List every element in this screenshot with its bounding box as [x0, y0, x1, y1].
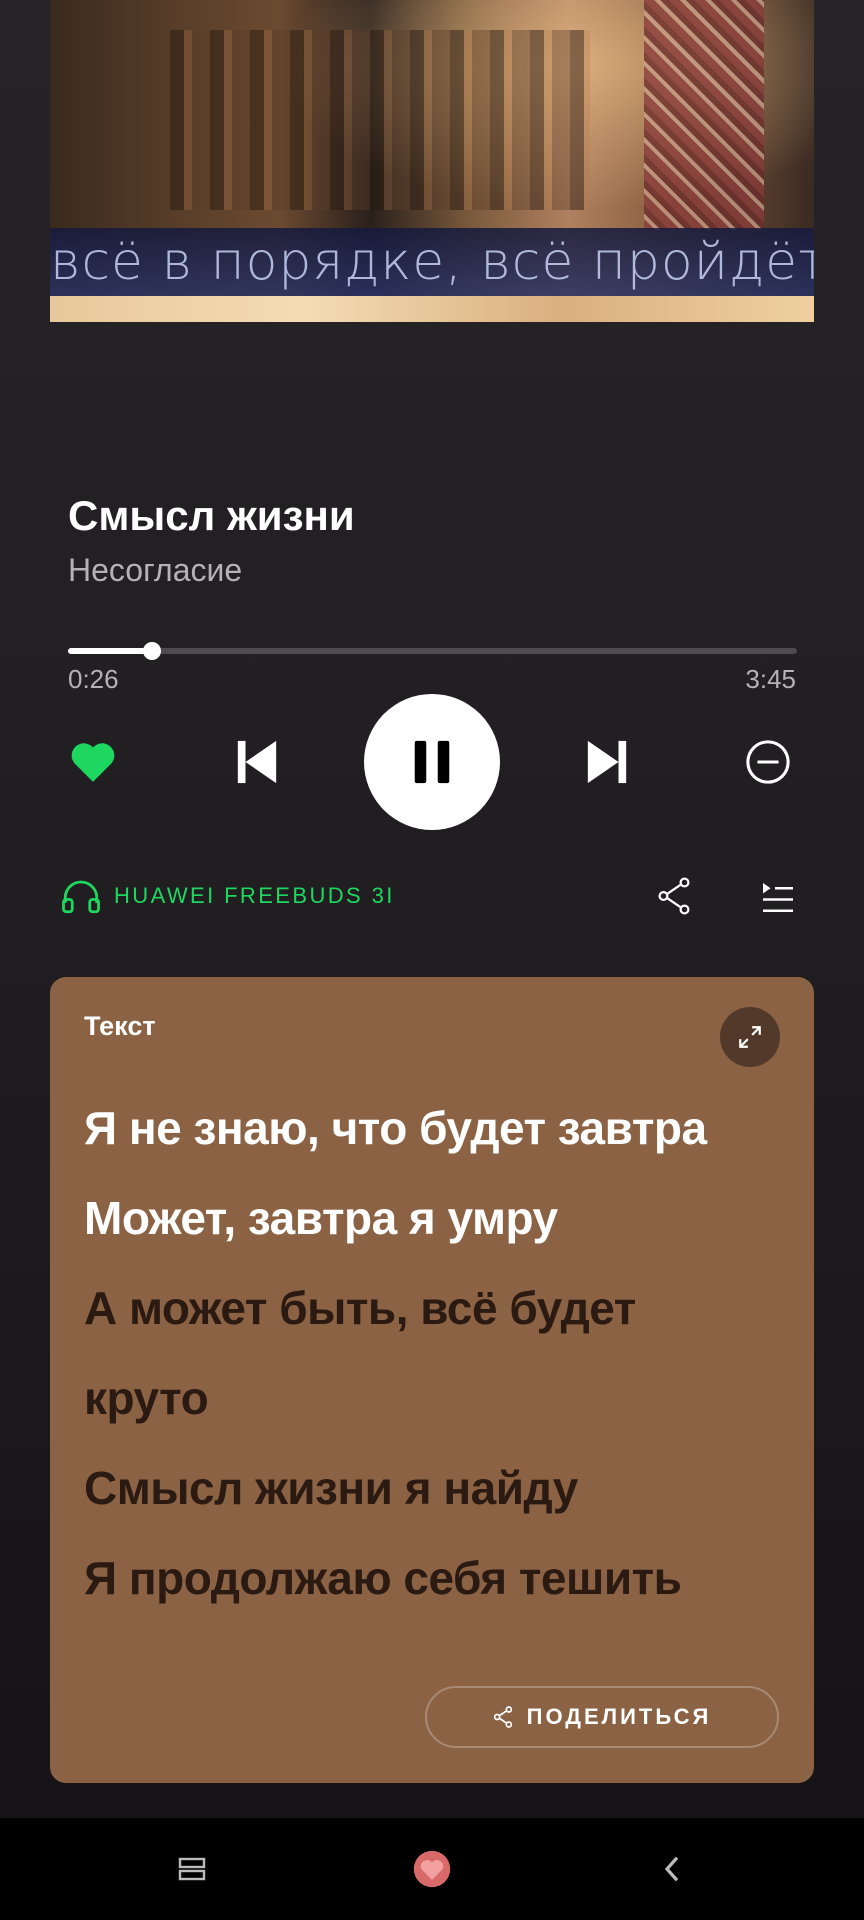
system-nav-bar [0, 1818, 864, 1920]
cover-bottom-strip [50, 296, 814, 322]
device-name: HUAWEI FREEBUDS 3I [114, 883, 395, 908]
heart-home-icon [413, 1850, 451, 1888]
share-lyrics-label: ПОДЕЛИТЬСЯ [526, 1704, 712, 1729]
queue-button[interactable] [760, 880, 796, 916]
back-icon [664, 1856, 679, 1882]
skip-next-icon [587, 740, 627, 784]
album-cover: всё в порядке, всё пройдёт [50, 0, 814, 322]
hide-song-button[interactable] [742, 736, 794, 788]
next-button[interactable] [576, 732, 638, 792]
current-time: 0:26 [68, 664, 119, 694]
share-icon [658, 877, 690, 915]
device-picker[interactable]: HUAWEI FREEBUDS 3I [60, 878, 395, 914]
lyric-line[interactable]: круто [84, 1353, 780, 1443]
back-button[interactable] [612, 1818, 732, 1920]
share-lyrics-button[interactable]: ПОДЕЛИТЬСЯ [425, 1686, 779, 1748]
recent-apps-icon [178, 1857, 206, 1881]
recent-apps-button[interactable] [132, 1818, 252, 1920]
pause-icon [414, 740, 450, 784]
heart-filled-icon [71, 743, 115, 782]
home-button[interactable] [372, 1818, 492, 1920]
progress-fill [68, 648, 153, 654]
lyrics-card[interactable]: Текст Я не знаю, что будет завтра Может, … [50, 977, 814, 1783]
pause-button[interactable] [364, 694, 500, 830]
lyric-line[interactable]: Смысл жизни я найду [84, 1443, 780, 1533]
cover-person [644, 0, 764, 230]
progress-knob[interactable] [143, 642, 162, 660]
total-time: 3:45 [745, 664, 796, 694]
lyric-line[interactable]: А может быть, всё будет [84, 1263, 780, 1353]
artist-name[interactable]: Несогласие [68, 552, 242, 589]
lyric-line[interactable]: Я не знаю, что будет завтра [84, 1083, 780, 1173]
expand-lyrics-button[interactable] [720, 1007, 780, 1067]
lyric-line[interactable]: Я продолжаю себя тешить [84, 1533, 780, 1623]
song-title[interactable]: Смысл жизни [68, 492, 355, 540]
previous-button[interactable] [226, 732, 288, 792]
like-button[interactable] [66, 734, 120, 788]
lyric-line[interactable]: Может, завтра я умру [84, 1173, 780, 1263]
share-icon [493, 1706, 512, 1728]
lyrics-lines: Я не знаю, что будет завтра Может, завтра… [84, 1083, 780, 1623]
progress-bar[interactable] [68, 642, 797, 660]
headphones-icon [62, 880, 100, 914]
cover-bookshelf [170, 30, 590, 210]
share-button[interactable] [656, 876, 692, 916]
minus-circle-icon [746, 740, 790, 784]
skip-previous-icon [237, 740, 277, 784]
cover-banner-text: всё в порядке, всё пройдёт [50, 228, 814, 296]
queue-icon [763, 883, 793, 912]
lyrics-header: Текст [84, 1011, 156, 1041]
expand-icon [739, 1026, 761, 1048]
